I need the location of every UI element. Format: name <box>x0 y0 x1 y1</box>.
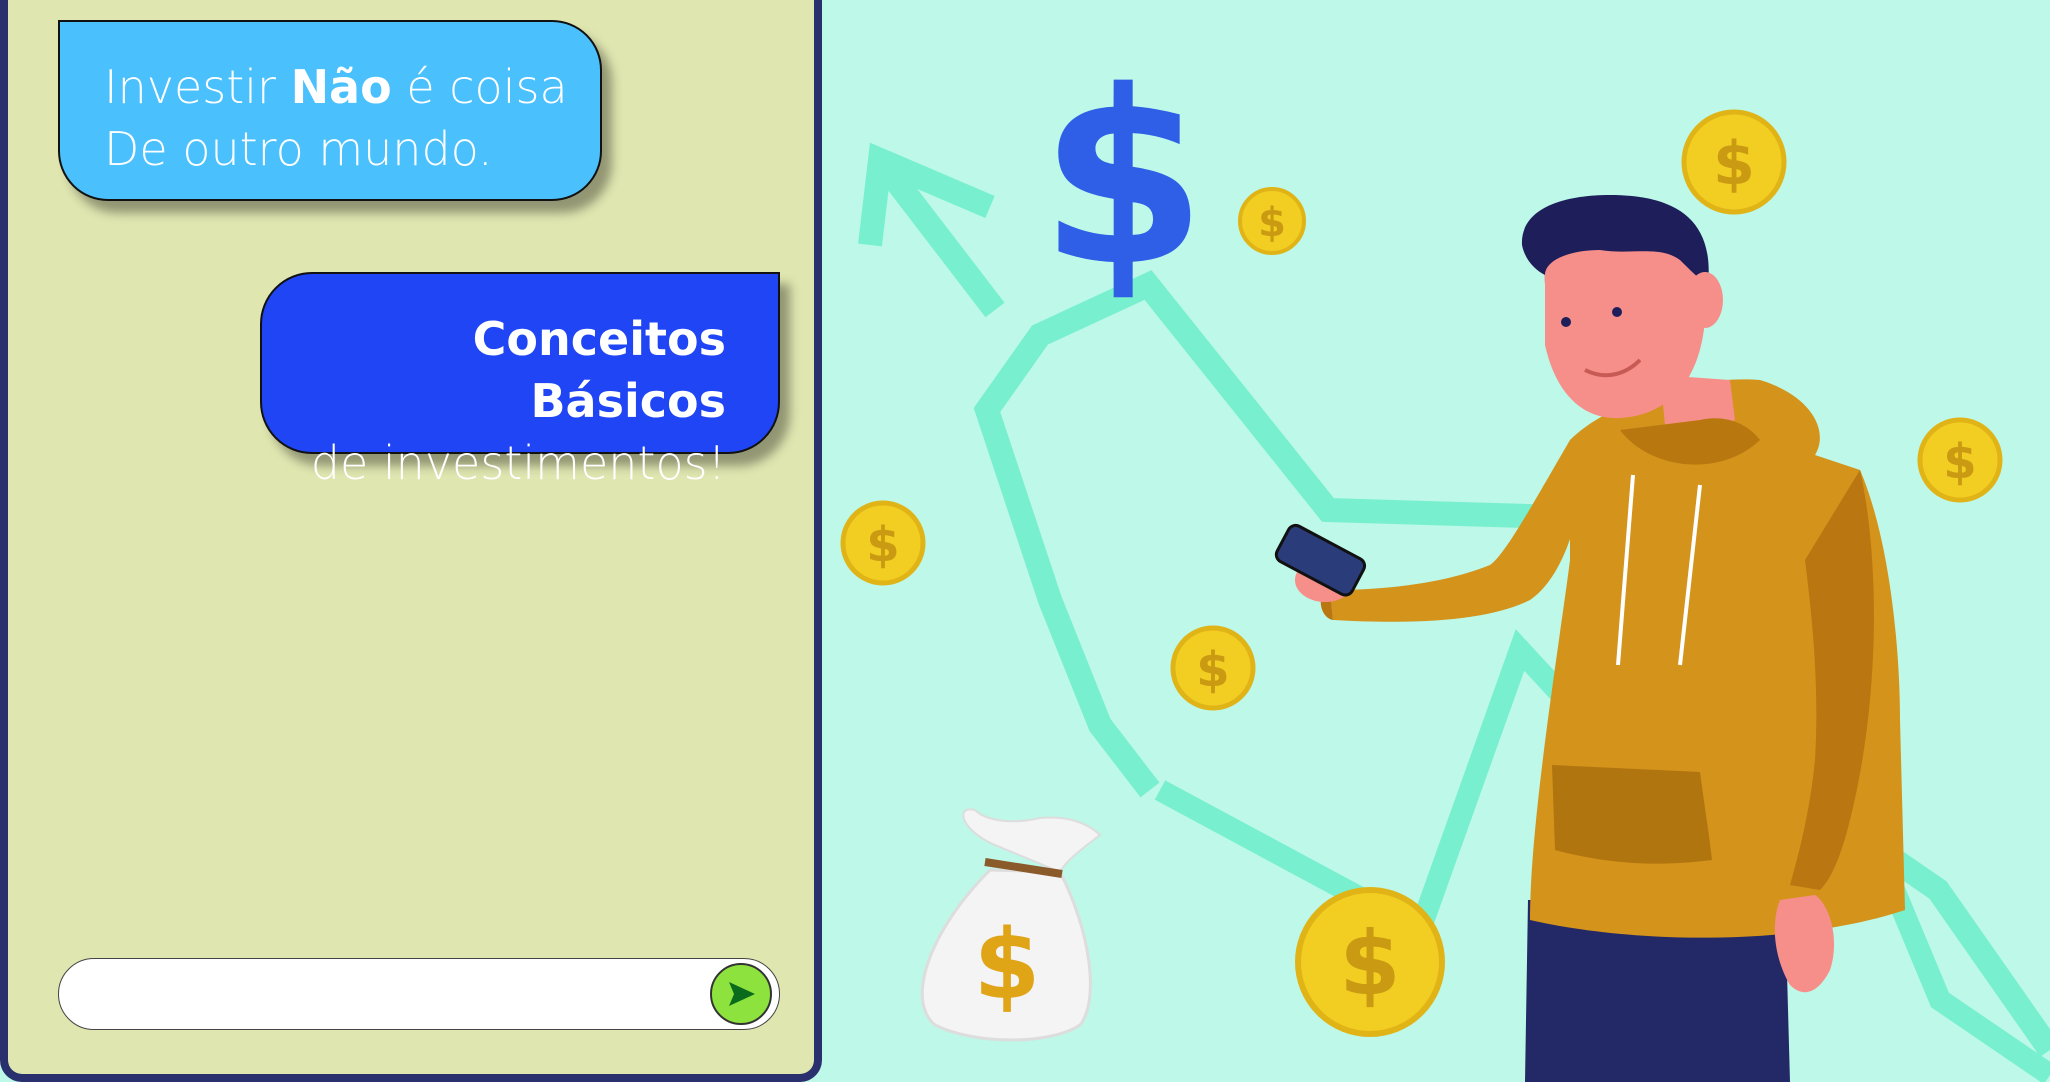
coin-5: $ <box>1170 625 1256 711</box>
message2-line2: de investimentos! <box>310 436 726 490</box>
message1-bold-word: Não <box>290 60 392 114</box>
chat-message-input[interactable] <box>58 958 780 1030</box>
message1-line2: De outro mundo. <box>104 122 493 176</box>
coin-6: $ <box>1295 887 1445 1037</box>
message1-suffix: é coisa <box>391 60 568 114</box>
message-bubble-sent: Conceitos Básicos de investimentos! <box>260 272 780 490</box>
send-button[interactable] <box>710 963 772 1025</box>
bag-dollar-sign: $ <box>974 909 1041 1021</box>
coin-symbol: $ <box>1943 434 1976 490</box>
chat-panel: Investir Não é coisa De outro mundo. Con… <box>0 0 822 1082</box>
coin-symbol: $ <box>1258 200 1286 246</box>
message2-line1: Conceitos Básicos <box>472 312 726 428</box>
coin-1: $ <box>1238 187 1306 255</box>
coin-symbol: $ <box>1713 129 1755 199</box>
coin-3: $ <box>1917 417 2003 503</box>
message1-line1: Investir Não é coisa <box>104 56 600 118</box>
message-bubble-received: Investir Não é coisa De outro mundo. <box>58 20 602 201</box>
coin-4: $ <box>840 500 926 586</box>
coin-2: $ <box>1681 109 1787 215</box>
big-dollar-sign: $ <box>1040 39 1207 319</box>
money-bag: $ <box>920 808 1102 1042</box>
coin-symbol: $ <box>866 517 899 573</box>
play-arrow-icon <box>729 982 755 1006</box>
coin-symbol: $ <box>1196 642 1229 698</box>
message1-prefix: Investir <box>104 60 291 114</box>
coin-symbol: $ <box>1339 912 1400 1015</box>
investment-illustration: $ $ $ $ $ $ $ $ <box>840 39 2050 1082</box>
